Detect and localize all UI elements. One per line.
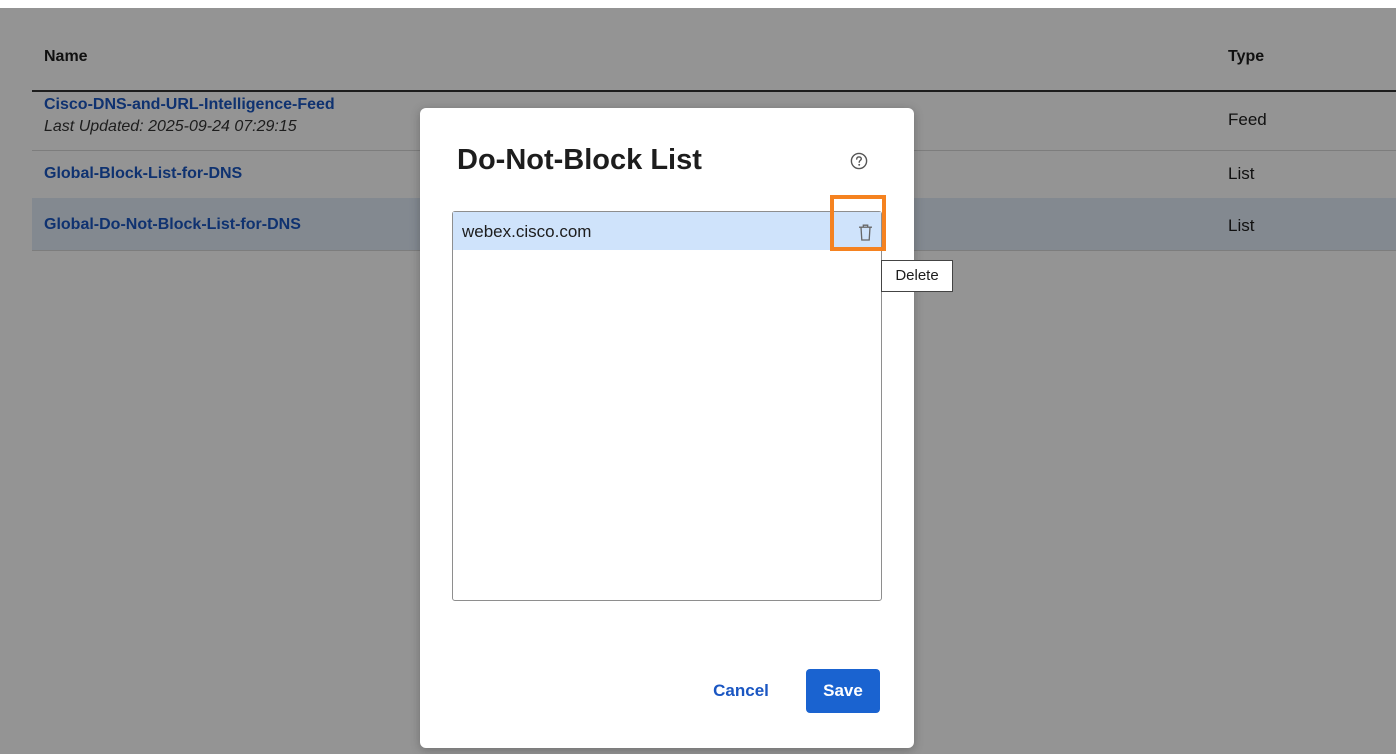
top-strip [0, 0, 1396, 8]
do-not-block-list-dialog: Do-Not-Block List webex.cisco.com Delete… [420, 108, 953, 748]
trash-icon[interactable] [858, 224, 873, 241]
page: Name Type Cisco-DNS-and-URL-Intelligence… [0, 0, 1396, 754]
delete-highlight-box [830, 195, 886, 251]
question-circle-icon[interactable] [850, 152, 868, 170]
list-item-selected[interactable]: webex.cisco.com [453, 212, 881, 250]
save-button[interactable]: Save [806, 669, 880, 713]
delete-tooltip: Delete [881, 260, 953, 292]
dialog-title: Do-Not-Block List [457, 144, 702, 176]
list-item-text: webex.cisco.com [462, 222, 592, 241]
cancel-button[interactable]: Cancel [696, 670, 786, 712]
domain-list-box[interactable]: webex.cisco.com [452, 211, 882, 601]
